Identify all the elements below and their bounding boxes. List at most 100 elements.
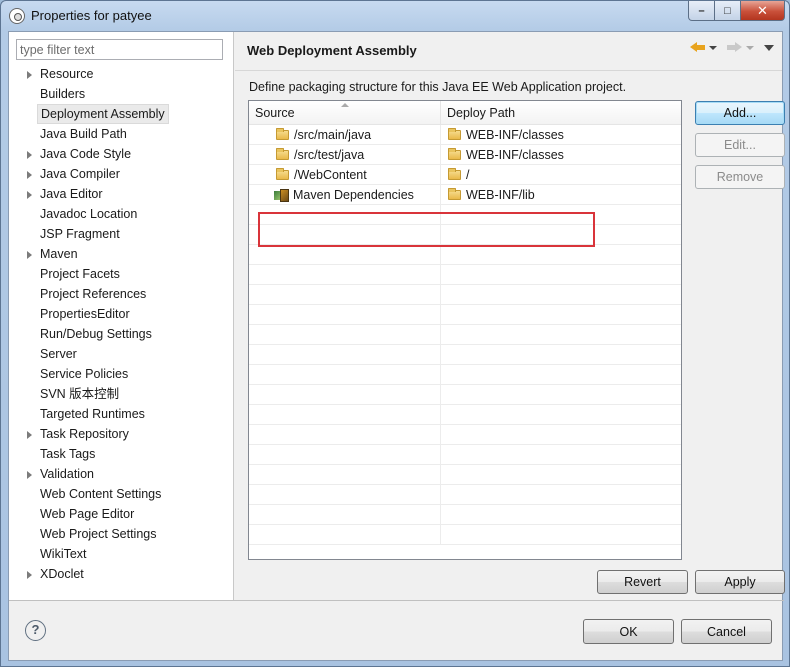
remove-button[interactable]: Remove — [695, 165, 785, 189]
filter-input[interactable] — [16, 39, 223, 60]
empty-table-row — [249, 305, 681, 325]
tree-item-label: Web Project Settings — [40, 527, 157, 541]
annotation-highlight-box — [258, 212, 595, 247]
tree-item[interactable]: SVN 版本控制 — [9, 384, 234, 404]
deploy-path-text: WEB-INF/classes — [466, 148, 564, 162]
empty-cell — [249, 265, 441, 285]
tree-item[interactable]: JSP Fragment — [9, 224, 234, 244]
empty-table-row — [249, 505, 681, 525]
forward-dropdown-icon[interactable] — [746, 45, 754, 50]
empty-table-row — [249, 265, 681, 285]
tree-item[interactable]: Web Project Settings — [9, 524, 234, 544]
tree-item-label: Javadoc Location — [40, 207, 138, 221]
tree-item[interactable]: WikiText — [9, 544, 234, 564]
tree-item[interactable]: Maven — [9, 244, 234, 264]
tree-item-label: WikiText — [40, 547, 87, 561]
back-dropdown-icon[interactable] — [709, 45, 717, 50]
tree-item[interactable]: Java Editor — [9, 184, 234, 204]
tree-item-label: Java Editor — [40, 187, 103, 201]
property-pages-tree: Resource Builders Deployment Assembly Java … — [9, 64, 234, 584]
source-text: /src/test/java — [294, 148, 365, 162]
tree-item[interactable]: Project Facets — [9, 264, 234, 284]
title-bar[interactable]: Properties for patyee – □ ✕ — [1, 1, 789, 31]
expand-arrow-icon[interactable] — [27, 171, 32, 179]
tree-item[interactable]: Java Code Style — [9, 144, 234, 164]
expand-arrow-icon[interactable] — [27, 571, 32, 579]
folder-icon — [448, 148, 461, 160]
empty-cell — [249, 505, 441, 525]
deploy-path-cell: WEB-INF/classes — [441, 125, 681, 145]
property-pages-pane: Resource Builders Deployment Assembly Java … — [9, 32, 234, 600]
empty-table-row — [249, 525, 681, 545]
help-icon[interactable]: ? — [25, 620, 46, 641]
history-navigation — [690, 42, 774, 53]
tree-item-label: JSP Fragment — [40, 227, 120, 241]
tree-item-label: Java Code Style — [40, 147, 132, 161]
expand-arrow-icon[interactable] — [27, 71, 32, 79]
tree-item-label: Server — [40, 347, 77, 361]
empty-table-row — [249, 385, 681, 405]
tree-item[interactable]: PropertiesEditor — [9, 304, 234, 324]
tree-item[interactable]: Resource — [9, 64, 234, 84]
empty-cell — [249, 345, 441, 365]
tree-item[interactable]: Targeted Runtimes — [9, 404, 234, 424]
tree-item[interactable]: XDoclet — [9, 564, 234, 584]
maximize-button[interactable]: □ — [715, 1, 741, 21]
tree-item[interactable]: Validation — [9, 464, 234, 484]
tree-item[interactable]: Service Policies — [9, 364, 234, 384]
empty-cell — [249, 385, 441, 405]
header-divider — [235, 70, 782, 71]
expand-arrow-icon[interactable] — [27, 151, 32, 159]
empty-cell — [249, 245, 441, 265]
add-button[interactable]: Add... — [695, 101, 785, 125]
expand-arrow-icon[interactable] — [27, 251, 32, 259]
empty-cell — [249, 525, 441, 545]
tree-item[interactable]: Builders — [9, 84, 234, 104]
empty-cell — [249, 305, 441, 325]
ok-button[interactable]: OK — [583, 619, 674, 644]
tree-item[interactable]: Java Compiler — [9, 164, 234, 184]
tree-item[interactable]: Server — [9, 344, 234, 364]
tree-item[interactable]: Task Repository — [9, 424, 234, 444]
maven-library-icon — [274, 189, 289, 202]
source-text: Maven Dependencies — [293, 188, 414, 202]
table-row[interactable]: /src/test/java WEB-INF/classes — [249, 145, 681, 165]
expand-arrow-icon[interactable] — [27, 471, 32, 479]
app-icon — [9, 8, 25, 24]
folder-icon — [448, 188, 461, 200]
tree-item-label: Task Repository — [40, 427, 129, 441]
forward-arrow-icon[interactable] — [727, 42, 742, 53]
tree-item-label: Service Policies — [40, 367, 129, 381]
folder-icon — [276, 128, 289, 140]
back-arrow-icon[interactable] — [690, 42, 705, 53]
cancel-button[interactable]: Cancel — [681, 619, 772, 644]
tree-item-label: Java Build Path — [40, 127, 127, 141]
tree-item[interactable]: Web Page Editor — [9, 504, 234, 524]
tree-item[interactable]: Java Build Path — [9, 124, 234, 144]
column-header-deploy-path[interactable]: Deploy Path — [441, 101, 681, 125]
page-title: Web Deployment Assembly — [247, 43, 417, 58]
tree-item[interactable]: Run/Debug Settings — [9, 324, 234, 344]
expand-arrow-icon[interactable] — [27, 431, 32, 439]
edit-button[interactable]: Edit... — [695, 133, 785, 157]
tree-item[interactable]: Web Content Settings — [9, 484, 234, 504]
tree-item[interactable]: Project References — [9, 284, 234, 304]
tree-item[interactable]: Task Tags — [9, 444, 234, 464]
deploy-path-cell: WEB-INF/classes — [441, 145, 681, 165]
dialog-client-area: Resource Builders Deployment Assembly Java … — [8, 31, 785, 661]
tree-item-label: Project References — [40, 287, 147, 301]
view-menu-icon[interactable] — [764, 44, 774, 51]
table-row[interactable]: /src/main/java WEB-INF/classes — [249, 125, 681, 145]
table-row[interactable]: /WebContent / — [249, 165, 681, 185]
source-text: /WebContent — [294, 168, 367, 182]
apply-button[interactable]: Apply — [695, 570, 785, 594]
tree-item-label: Web Page Editor — [40, 507, 135, 521]
minimize-button[interactable]: – — [688, 1, 715, 21]
revert-button[interactable]: Revert — [597, 570, 688, 594]
table-row[interactable]: Maven Dependencies WEB-INF/lib — [249, 185, 681, 205]
close-button[interactable]: ✕ — [741, 1, 785, 21]
deployment-table[interactable]: Source Deploy Path /src/main/java WEB-INF… — [248, 100, 682, 560]
tree-item[interactable]: Deployment Assembly — [9, 104, 234, 124]
tree-item[interactable]: Javadoc Location — [9, 204, 234, 224]
expand-arrow-icon[interactable] — [27, 191, 32, 199]
